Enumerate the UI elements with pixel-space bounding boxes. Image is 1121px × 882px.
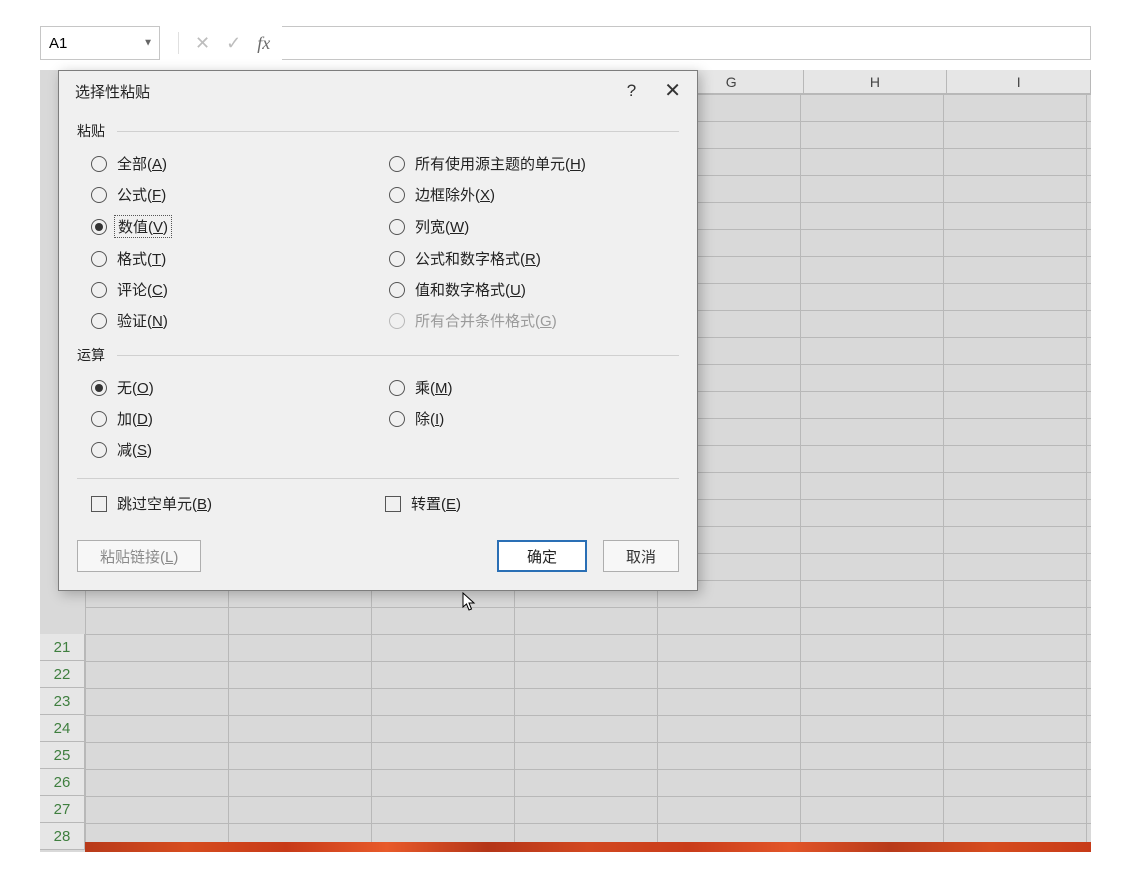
radio-label: 公式和数字格式(R)	[415, 248, 541, 269]
cancel-button[interactable]: 取消	[603, 540, 679, 572]
radio-formulas[interactable]: 公式(F)	[91, 184, 381, 205]
radio-icon	[91, 380, 107, 396]
dialog-title-text: 选择性粘贴	[75, 81, 150, 102]
paste-special-dialog: 选择性粘贴 ? ✕ 粘贴 全部(A) 所有使用源主题的单元(H) 公式(F) 边…	[58, 70, 698, 591]
cancel-icon[interactable]: ✕	[195, 33, 210, 54]
name-box-value: A1	[49, 35, 67, 52]
radio-icon	[91, 313, 107, 329]
radio-icon	[389, 251, 405, 267]
group-operation-label: 运算	[77, 345, 679, 365]
radio-icon	[91, 156, 107, 172]
dropdown-icon[interactable]: ▼	[143, 38, 153, 49]
radio-icon	[389, 219, 405, 235]
radio-label: 全部(A)	[117, 153, 167, 174]
formula-input[interactable]	[282, 26, 1091, 60]
checkbox-label: 跳过空单元(B)	[117, 493, 212, 514]
radio-label: 所有使用源主题的单元(H)	[415, 153, 586, 174]
radio-label: 评论(C)	[117, 279, 168, 300]
radio-label: 公式(F)	[117, 184, 166, 205]
radio-icon	[389, 187, 405, 203]
radio-add[interactable]: 加(D)	[91, 408, 381, 429]
radio-icon	[389, 313, 405, 329]
radio-validation[interactable]: 验证(N)	[91, 310, 381, 331]
radio-none[interactable]: 无(O)	[91, 377, 381, 398]
radio-no-borders[interactable]: 边框除外(X)	[389, 184, 679, 205]
checkbox-row: 跳过空单元(B) 转置(E)	[77, 489, 679, 518]
radio-icon	[91, 442, 107, 458]
row-header[interactable]: 25	[40, 742, 85, 769]
radio-label: 减(S)	[117, 439, 152, 460]
row-header[interactable]: 21	[40, 634, 85, 661]
row-header[interactable]: 23	[40, 688, 85, 715]
radio-icon	[389, 411, 405, 427]
radio-divide[interactable]: 除(I)	[389, 408, 679, 429]
radio-icon	[389, 380, 405, 396]
close-icon[interactable]: ✕	[664, 81, 681, 101]
radio-icon	[91, 219, 107, 235]
operation-options: 无(O) 乘(M) 加(D) 除(I) 减(S)	[77, 369, 679, 468]
row-header[interactable]: 24	[40, 715, 85, 742]
column-header[interactable]: H	[804, 70, 948, 94]
radio-merge-cond-fmt: 所有合并条件格式(G)	[389, 310, 679, 331]
formula-bar: A1 ▼ ✕ ✓ fx	[40, 26, 1091, 60]
radio-label: 值和数字格式(U)	[415, 279, 526, 300]
row-header[interactable]: 22	[40, 661, 85, 688]
radio-icon	[91, 251, 107, 267]
radio-icon	[389, 282, 405, 298]
radio-subtract[interactable]: 减(S)	[91, 439, 381, 460]
checkbox-icon	[91, 496, 107, 512]
checkbox-transpose[interactable]: 转置(E)	[385, 493, 679, 514]
radio-icon	[389, 156, 405, 172]
paste-options: 全部(A) 所有使用源主题的单元(H) 公式(F) 边框除外(X) 数值(V) …	[77, 145, 679, 339]
help-icon[interactable]: ?	[627, 81, 636, 101]
radio-label: 所有合并条件格式(G)	[415, 310, 557, 331]
radio-values[interactable]: 数值(V)	[91, 215, 381, 238]
checkbox-icon	[385, 496, 401, 512]
confirm-icon[interactable]: ✓	[226, 33, 241, 54]
group-paste-label: 粘贴	[77, 121, 679, 141]
radio-label: 格式(T)	[117, 248, 166, 269]
radio-formulas-numfmt[interactable]: 公式和数字格式(R)	[389, 248, 679, 269]
row-header[interactable]: 27	[40, 796, 85, 823]
radio-values-numfmt[interactable]: 值和数字格式(U)	[389, 279, 679, 300]
radio-multiply[interactable]: 乘(M)	[389, 377, 679, 398]
separator	[77, 478, 679, 479]
column-header[interactable]: I	[947, 70, 1091, 94]
radio-all[interactable]: 全部(A)	[91, 153, 381, 174]
checkbox-skip-blanks[interactable]: 跳过空单元(B)	[91, 493, 385, 514]
name-box[interactable]: A1 ▼	[40, 26, 160, 60]
dialog-titlebar[interactable]: 选择性粘贴 ? ✕	[59, 71, 697, 111]
row-header[interactable]: 26	[40, 769, 85, 796]
radio-icon	[91, 187, 107, 203]
radio-comments[interactable]: 评论(C)	[91, 279, 381, 300]
formula-controls: ✕ ✓ fx	[178, 32, 270, 54]
radio-label: 验证(N)	[117, 310, 168, 331]
radio-label: 无(O)	[117, 377, 154, 398]
bottom-colored-bar	[85, 842, 1091, 852]
radio-label: 加(D)	[117, 408, 153, 429]
radio-label: 乘(M)	[415, 377, 453, 398]
radio-label: 除(I)	[415, 408, 444, 429]
checkbox-label: 转置(E)	[411, 493, 461, 514]
ok-button[interactable]: 确定	[497, 540, 587, 572]
radio-label: 列宽(W)	[415, 216, 469, 237]
paste-link-button[interactable]: 粘贴链接(L)	[77, 540, 201, 572]
radio-icon	[91, 411, 107, 427]
radio-formats[interactable]: 格式(T)	[91, 248, 381, 269]
radio-source-theme[interactable]: 所有使用源主题的单元(H)	[389, 153, 679, 174]
dialog-buttons: 粘贴链接(L) 确定 取消	[77, 540, 679, 572]
fx-icon[interactable]: fx	[257, 33, 270, 54]
radio-column-widths[interactable]: 列宽(W)	[389, 215, 679, 238]
radio-icon	[91, 282, 107, 298]
separator	[178, 32, 179, 54]
radio-label: 边框除外(X)	[415, 184, 495, 205]
radio-label: 数值(V)	[114, 215, 172, 238]
row-header[interactable]: 28	[40, 823, 85, 850]
